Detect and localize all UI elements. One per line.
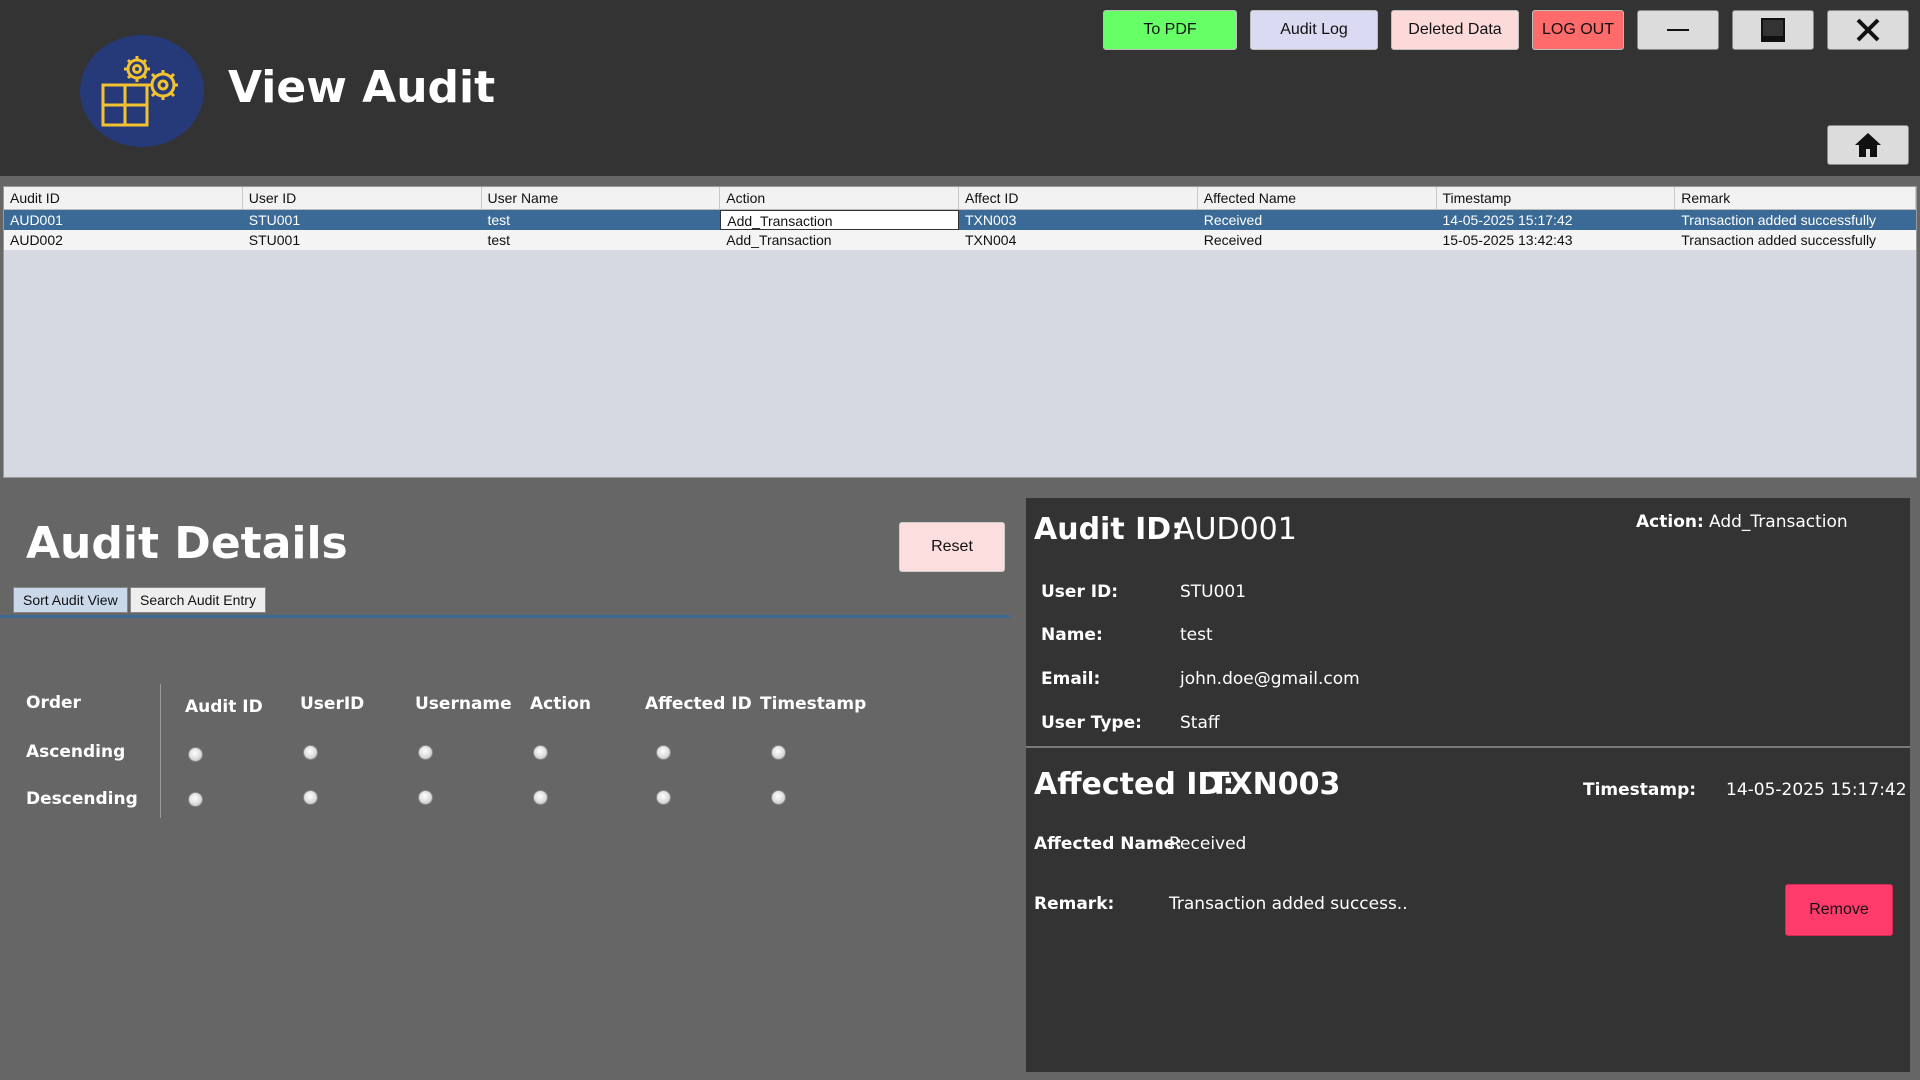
table-cell[interactable]: TXN004 — [959, 230, 1198, 250]
user-type-label: User Type: — [1041, 713, 1142, 733]
descending-label: Descending — [26, 789, 138, 809]
home-button[interactable] — [1827, 125, 1909, 165]
sort-column-timestamp: Timestamp — [760, 694, 867, 714]
radio-asc-action[interactable] — [533, 745, 548, 760]
affected-name-label: Affected Name: — [1034, 834, 1183, 854]
user-id-label: User ID: — [1041, 582, 1118, 602]
table-cell[interactable]: test — [482, 230, 721, 250]
radio-asc-audit-id[interactable] — [188, 747, 203, 762]
audit-id-value: AUD001 — [1174, 512, 1297, 547]
minimize-icon — [1667, 29, 1689, 31]
table-cell[interactable]: Add_Transaction — [720, 230, 959, 250]
radio-desc-userid[interactable] — [303, 790, 318, 805]
reset-button[interactable]: Reset — [899, 522, 1005, 572]
ascending-label: Ascending — [26, 742, 126, 762]
table-header: Audit ID User ID User Name Action Affect… — [4, 187, 1916, 210]
audit-table[interactable]: Audit ID User ID User Name Action Affect… — [3, 186, 1917, 478]
radio-desc-audit-id[interactable] — [188, 792, 203, 807]
maximize-button[interactable] — [1732, 10, 1814, 50]
user-id-value: STU001 — [1180, 582, 1247, 602]
audit-details-title: Audit Details — [26, 518, 348, 569]
sort-column-username: Username — [415, 694, 512, 714]
column-header[interactable]: User Name — [482, 187, 721, 209]
action-label: Action: — [1636, 512, 1704, 532]
column-header[interactable]: User ID — [243, 187, 482, 209]
header-bar: View Audit To PDF Audit Log Deleted Data… — [0, 0, 1920, 176]
column-header[interactable]: Timestamp — [1437, 187, 1676, 209]
radio-desc-timestamp[interactable] — [771, 790, 786, 805]
timestamp-value: 14-05-2025 15:17:42 — [1726, 780, 1907, 800]
radio-asc-affected-id[interactable] — [656, 745, 671, 760]
user-type-value: Staff — [1180, 713, 1220, 733]
sort-column-userid: UserID — [300, 694, 365, 714]
table-cell[interactable]: test — [482, 210, 721, 230]
table-row[interactable]: AUD002 STU001 test Add_Transaction TXN00… — [4, 230, 1916, 250]
table-cell[interactable]: Received — [1198, 210, 1437, 230]
email-value: john.doe@gmail.com — [1180, 669, 1360, 689]
radio-desc-action[interactable] — [533, 790, 548, 805]
name-label: Name: — [1041, 625, 1103, 645]
audit-log-button[interactable]: Audit Log — [1250, 10, 1378, 50]
radio-asc-timestamp[interactable] — [771, 745, 786, 760]
table-cell[interactable]: AUD002 — [4, 230, 243, 250]
close-button[interactable] — [1827, 10, 1909, 50]
radio-asc-userid[interactable] — [303, 745, 318, 760]
close-icon — [1856, 18, 1880, 42]
table-cell[interactable]: 14-05-2025 15:17:42 — [1437, 210, 1676, 230]
gears-boxes-icon — [101, 56, 178, 127]
name-value: test — [1180, 625, 1213, 645]
sort-column-audit-id: Audit ID — [185, 697, 263, 717]
radio-desc-username[interactable] — [418, 790, 433, 805]
page-title: View Audit — [228, 62, 496, 113]
home-icon — [1855, 133, 1881, 157]
sort-divider — [160, 684, 161, 818]
table-cell[interactable]: Received — [1198, 230, 1437, 250]
panel-divider — [1026, 746, 1910, 748]
sort-column-action: Action — [530, 694, 591, 714]
column-header[interactable]: Remark — [1675, 187, 1916, 209]
table-cell[interactable]: STU001 — [243, 230, 482, 250]
email-label: Email: — [1041, 669, 1101, 689]
log-out-button[interactable]: LOG OUT — [1532, 10, 1624, 50]
table-cell[interactable]: Transaction added successfully — [1675, 210, 1916, 230]
action-value: Add_Transaction — [1709, 512, 1848, 532]
table-cell[interactable]: Transaction added successfully — [1675, 230, 1916, 250]
minimize-button[interactable] — [1637, 10, 1719, 50]
column-header[interactable]: Affect ID — [959, 187, 1198, 209]
remark-label: Remark: — [1034, 894, 1115, 914]
affected-id-label: Affected ID: — [1034, 767, 1235, 802]
radio-desc-affected-id[interactable] — [656, 790, 671, 805]
remove-button[interactable]: Remove — [1785, 884, 1893, 936]
tab-divider — [0, 615, 1010, 618]
sort-column-affected-id: Affected ID — [645, 694, 752, 714]
table-cell[interactable]: 15-05-2025 13:42:43 — [1437, 230, 1676, 250]
tab-sort-audit-view[interactable]: Sort Audit View — [13, 587, 128, 613]
radio-asc-username[interactable] — [418, 745, 433, 760]
table-cell[interactable]: STU001 — [243, 210, 482, 230]
affected-name-value: Received — [1169, 834, 1247, 854]
deleted-data-button[interactable]: Deleted Data — [1391, 10, 1519, 50]
table-row[interactable]: AUD001 STU001 test Add_Transaction TXN00… — [4, 210, 1916, 230]
to-pdf-button[interactable]: To PDF — [1103, 10, 1237, 50]
audit-id-label: Audit ID: — [1034, 512, 1184, 547]
affected-id-value: TXN003 — [1209, 767, 1341, 802]
maximize-icon — [1761, 18, 1785, 42]
column-header[interactable]: Affected Name — [1198, 187, 1437, 209]
order-label: Order — [26, 693, 81, 713]
column-header[interactable]: Action — [720, 187, 959, 209]
column-header[interactable]: Audit ID — [4, 187, 243, 209]
table-cell[interactable]: AUD001 — [4, 210, 243, 230]
table-cell-editing[interactable]: Add_Transaction — [720, 210, 959, 230]
table-cell[interactable]: TXN003 — [959, 210, 1198, 230]
tab-search-audit-entry[interactable]: Search Audit Entry — [130, 587, 266, 613]
remark-value: Transaction added success.. — [1169, 894, 1408, 914]
timestamp-label: Timestamp: — [1583, 780, 1697, 800]
app-logo — [80, 35, 204, 147]
